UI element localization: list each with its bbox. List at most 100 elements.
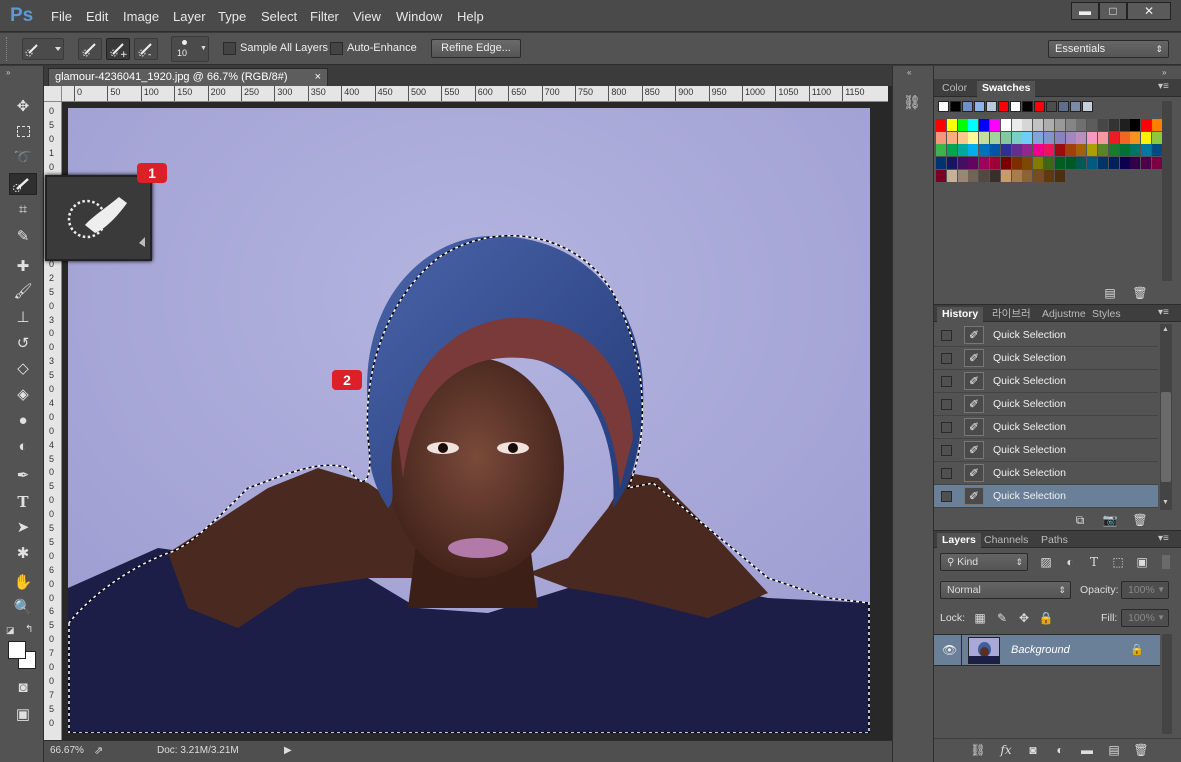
scroll-down-icon[interactable]: ▼ bbox=[1162, 499, 1169, 506]
tab-styles[interactable]: Styles bbox=[1087, 307, 1126, 323]
swatch[interactable] bbox=[1065, 157, 1076, 170]
history-brush-tool-icon[interactable]: ↺ bbox=[12, 333, 34, 355]
foreground-color-swatch[interactable] bbox=[8, 641, 26, 659]
swatch[interactable] bbox=[968, 169, 979, 182]
panel-menu-icon[interactable]: ▾≡ bbox=[1158, 307, 1169, 318]
quick-mask-icon[interactable]: ◙ bbox=[12, 677, 34, 699]
link-layers-icon[interactable]: ⛓ bbox=[970, 743, 986, 757]
horizontal-ruler[interactable]: 0 50 100 150 200 250 300 350 400 450 500 550 600 650 7… bbox=[62, 86, 888, 102]
image-canvas[interactable] bbox=[68, 108, 870, 733]
swatch[interactable] bbox=[1152, 131, 1162, 144]
layer-row[interactable]: 👁 Background 🔒 bbox=[934, 634, 1160, 666]
swatch[interactable] bbox=[1152, 157, 1162, 170]
trash-icon[interactable]: 🗑 bbox=[1133, 743, 1149, 757]
add-to-selection-button[interactable]: + bbox=[106, 38, 130, 60]
swatch[interactable] bbox=[1108, 157, 1119, 170]
swatch[interactable] bbox=[1022, 131, 1033, 144]
collapse-icon[interactable]: » bbox=[6, 68, 10, 77]
new-group-icon[interactable]: ▬ bbox=[1079, 743, 1095, 757]
shape-tool-icon[interactable]: ✱ bbox=[12, 543, 34, 565]
lasso-tool-icon[interactable]: ➰ bbox=[12, 147, 34, 169]
lock-image-icon[interactable]: ✎ bbox=[994, 611, 1010, 625]
maximize-button[interactable]: □ bbox=[1099, 2, 1127, 20]
tab-color[interactable]: Color bbox=[937, 81, 972, 97]
history-item[interactable]: ✐ Quick Selection bbox=[934, 416, 1158, 439]
swatch[interactable] bbox=[1033, 144, 1044, 157]
menu-file[interactable]: File bbox=[51, 9, 72, 24]
new-swatch-icon[interactable]: ▤ bbox=[1102, 286, 1118, 300]
swatch[interactable] bbox=[1119, 131, 1130, 144]
swatch[interactable] bbox=[1033, 131, 1044, 144]
history-item[interactable]: ✐ Quick Selection bbox=[934, 370, 1158, 393]
lock-position-icon[interactable]: ✥ bbox=[1016, 611, 1032, 625]
swatch[interactable] bbox=[1011, 144, 1022, 157]
swatch[interactable] bbox=[1141, 144, 1152, 157]
swatch[interactable] bbox=[957, 131, 968, 144]
history-scrollbar[interactable]: ▲ ▼ bbox=[1160, 324, 1172, 510]
swatch[interactable] bbox=[990, 119, 1000, 131]
swatch[interactable] bbox=[1044, 169, 1054, 182]
tab-channels[interactable]: Channels bbox=[979, 533, 1033, 549]
history-snapshot-checkbox[interactable] bbox=[941, 399, 952, 410]
zoom-level[interactable]: 66.67% bbox=[50, 745, 84, 756]
swatch[interactable] bbox=[1033, 157, 1044, 170]
panel-menu-icon[interactable]: ▾≡ bbox=[1158, 81, 1169, 92]
swatch[interactable] bbox=[1087, 131, 1098, 144]
swatch[interactable] bbox=[1000, 119, 1011, 131]
swatch[interactable] bbox=[1152, 144, 1162, 157]
swatch[interactable] bbox=[1011, 131, 1022, 144]
lock-transparent-icon[interactable]: ▦ bbox=[972, 611, 988, 625]
hand-tool-icon[interactable]: ✋ bbox=[12, 572, 34, 594]
clone-stamp-tool-icon[interactable]: ⊥ bbox=[12, 307, 34, 329]
swatch[interactable] bbox=[1022, 144, 1033, 157]
swatch[interactable] bbox=[1076, 157, 1087, 170]
filter-shape-icon[interactable]: ⬚ bbox=[1110, 555, 1126, 569]
swatch[interactable] bbox=[1108, 119, 1119, 131]
swatch[interactable] bbox=[957, 169, 968, 182]
swatch[interactable] bbox=[968, 144, 979, 157]
filter-adjustment-icon[interactable]: ◐ bbox=[1062, 555, 1078, 569]
swatch[interactable] bbox=[946, 144, 957, 157]
swatch[interactable] bbox=[979, 144, 990, 157]
swatch[interactable] bbox=[946, 119, 957, 131]
swatch[interactable] bbox=[1033, 169, 1044, 182]
swatch[interactable] bbox=[1011, 169, 1022, 182]
swatch[interactable] bbox=[1141, 131, 1152, 144]
fill-input[interactable]: 100% ▼ bbox=[1121, 609, 1169, 627]
tab-history[interactable]: History bbox=[937, 307, 984, 323]
swatch[interactable] bbox=[936, 131, 946, 144]
zoom-tool-icon[interactable]: 🔍 bbox=[12, 597, 34, 619]
panel-menu-icon[interactable]: ▾≡ bbox=[1158, 533, 1169, 544]
document-tab[interactable]: glamour-4236041_1920.jpg @ 66.7% (RGB/8#… bbox=[48, 68, 328, 86]
swatch[interactable] bbox=[1087, 157, 1098, 170]
scroll-up-icon[interactable]: ▲ bbox=[1162, 326, 1169, 333]
collapse-left-icon[interactable]: « bbox=[907, 68, 911, 77]
menu-edit[interactable]: Edit bbox=[86, 9, 108, 24]
healing-brush-tool-icon[interactable]: ✚ bbox=[12, 256, 34, 278]
close-tab-icon[interactable]: × bbox=[315, 69, 321, 85]
path-selection-tool-icon[interactable]: ➤ bbox=[12, 517, 34, 539]
share-icon[interactable]: ⇗ bbox=[94, 744, 103, 757]
filter-toggle[interactable] bbox=[1162, 555, 1170, 569]
lock-all-icon[interactable]: 🔒 bbox=[1038, 611, 1054, 625]
filter-smart-object-icon[interactable]: ▣ bbox=[1134, 555, 1150, 569]
swatch[interactable] bbox=[1046, 101, 1057, 112]
swatch[interactable] bbox=[979, 119, 990, 131]
tab-swatches[interactable]: Swatches bbox=[977, 81, 1036, 97]
blur-tool-icon[interactable]: ● bbox=[12, 410, 34, 432]
swatch[interactable] bbox=[1044, 131, 1054, 144]
tab-paths[interactable]: Paths bbox=[1036, 533, 1073, 549]
swatch[interactable] bbox=[1119, 119, 1130, 131]
trash-icon[interactable]: 🗑 bbox=[1132, 286, 1148, 300]
swatch[interactable] bbox=[1058, 101, 1069, 112]
marquee-tool-icon[interactable] bbox=[12, 121, 34, 143]
history-snapshot-checkbox[interactable] bbox=[941, 353, 952, 364]
swatch[interactable] bbox=[1054, 119, 1065, 131]
trash-icon[interactable]: 🗑 bbox=[1132, 513, 1148, 527]
status-menu-arrow-icon[interactable]: ▶ bbox=[284, 745, 292, 756]
swatch[interactable] bbox=[1000, 144, 1011, 157]
add-mask-icon[interactable]: ◙ bbox=[1025, 743, 1041, 757]
menu-help[interactable]: Help bbox=[457, 9, 484, 24]
swatch[interactable] bbox=[1070, 101, 1081, 112]
swatch[interactable] bbox=[974, 101, 985, 112]
